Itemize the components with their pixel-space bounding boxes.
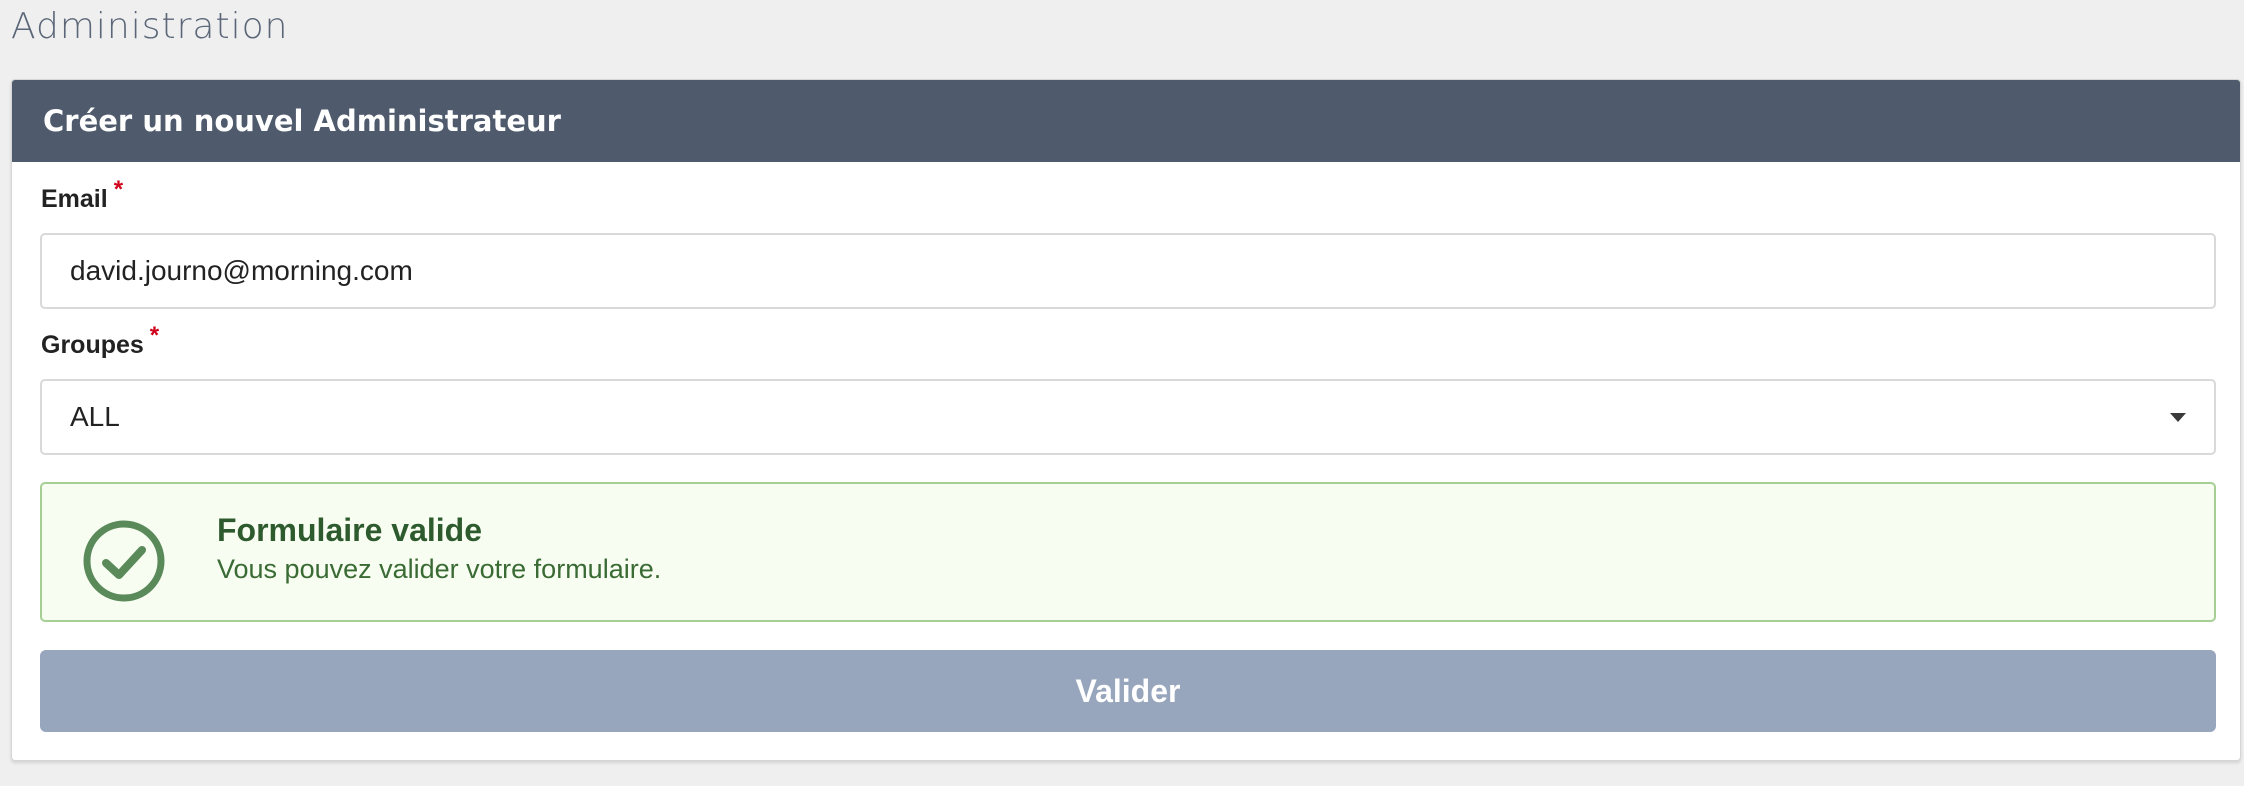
chevron-down-icon[interactable] [2170,413,2186,422]
page-title: Administration [11,6,289,47]
create-admin-card: Créer un nouvel Administrateur Email* Gr… [11,79,2241,761]
groups-selected-value: ALL [70,401,120,432]
submit-button[interactable]: Valider [40,650,2216,732]
validation-success-alert: Formulaire valide Vous pouvez valider vo… [40,482,2216,622]
email-label-text: Email [41,185,108,213]
groups-field-label: Groupes * [41,322,159,360]
email-field-label: Email * [41,176,123,214]
check-circle-icon [83,520,165,602]
email-input[interactable] [40,233,2216,309]
groups-required-marker: * [149,322,160,349]
card-header-title: Créer un nouvel Administrateur [12,80,2240,162]
alert-message: Vous pouvez valider votre formulaire. [217,554,662,584]
alert-title: Formulaire valide [217,512,482,548]
email-required-marker: * [113,176,124,203]
groups-select[interactable]: ALL [40,379,2216,455]
groups-label-text: Groupes [41,331,144,359]
